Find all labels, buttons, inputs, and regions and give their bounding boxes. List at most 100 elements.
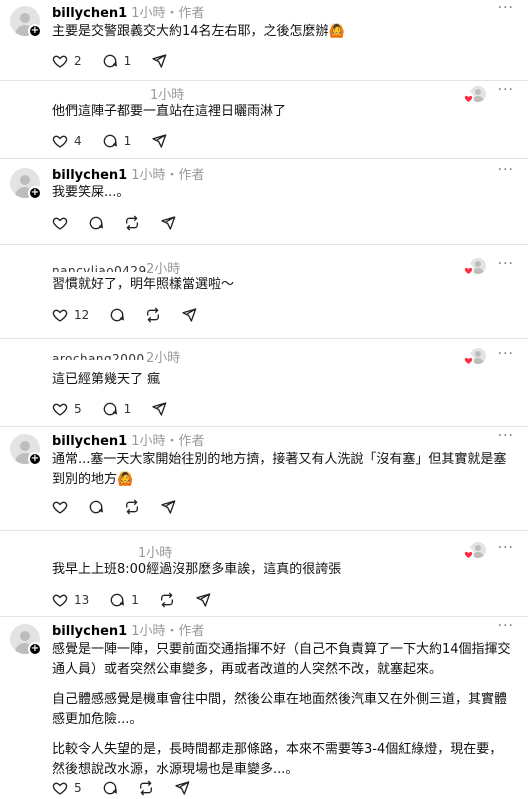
repost-icon [147,307,160,323]
heart-filled-icon [464,267,472,274]
more-icon[interactable]: ··· [498,540,514,556]
like-button[interactable] [52,215,68,231]
send-icon [152,54,167,68]
repost-icon [126,499,138,515]
heart-icon [52,403,68,416]
timestamp: 1小時・作者 [131,624,205,639]
timestamp: 1小時 [150,88,185,103]
more-icon[interactable]: ··· [498,346,514,362]
post-text: 他們這陣子都要一直站在這裡日曬雨淋了 [52,102,514,122]
timestamp: 1小時・作者 [131,168,205,183]
share-button[interactable] [181,307,197,323]
comment-icon [103,134,117,148]
post: + billychen1 1小時・作者 ··· 主要是交警跟義交大約14名左右耶，… [0,0,528,80]
share-button[interactable] [151,401,167,417]
username-clipped[interactable]: nancyliao0429 [52,264,147,272]
post-header: billychen1 1小時・作者 [52,2,205,21]
post-paragraph: 習慣就好了，明年照樣當選啦～ [52,277,235,292]
post: 1小時 ··· 他們這陣子都要一直站在這裡日曬雨淋了 4 1 [0,80,528,158]
timestamp: 1小時 [138,546,173,561]
share-button[interactable] [151,53,167,69]
more-icon[interactable]: ··· [498,256,514,272]
like-count: 12 [74,308,90,322]
more-icon[interactable]: ··· [498,162,514,178]
send-icon [182,308,197,322]
post-text: 感覺是一陣一陣，只要前面交通指揮不好（自己不負責算了一下大約14個指揮交通人員）… [52,640,514,790]
like-button[interactable]: 2 [52,53,82,69]
post-paragraph: 我要笑屎...。 [52,185,130,200]
username[interactable]: billychen1 [52,168,127,183]
timestamp: 1小時・作者 [131,6,205,21]
post-paragraph: 自己體感感覺是機車會往中間，然後公車在地面然後汽車又在外側三道，其實體感更加危險… [52,692,508,727]
post-header: billychen1 1小時・作者 [52,430,205,449]
more-icon[interactable]: ··· [498,82,514,98]
post-paragraph: 通常...塞一天大家開始往別的地方擠，接著又有人洗說「沒有塞」但其實就是塞到別的… [52,452,507,487]
heart-icon [52,217,68,230]
heart-icon [52,594,68,607]
follow-plus-icon[interactable]: + [28,642,42,656]
post-text: 通常...塞一天大家開始往別的地方擠，接著又有人洗說「沒有塞」但其實就是塞到別的… [52,450,514,490]
reply-button[interactable] [109,307,125,323]
post-text: 這已經第幾天了 瘋 [52,370,514,390]
share-button[interactable] [151,133,167,149]
like-count: 13 [74,593,90,607]
repost-icon [126,215,138,231]
follow-plus-icon[interactable]: + [28,24,42,38]
like-count: 5 [74,781,82,795]
like-button[interactable] [52,499,68,515]
timestamp: 2小時 [146,351,181,366]
more-icon[interactable]: ··· [498,428,514,444]
post: + billychen1 1小時・作者 ··· 通常...塞一天大家開始往別的地方… [0,426,528,530]
repost-button[interactable] [138,780,154,796]
repost-button[interactable] [145,307,161,323]
like-button[interactable]: 4 [52,133,82,149]
reply-count: 1 [123,54,132,68]
post-text: 主要是交警跟義交大約14名左右耶，之後怎麼辦🙆 [52,22,514,42]
username[interactable]: billychen1 [52,624,127,639]
repost-icon [139,780,152,796]
send-icon [152,402,167,416]
post: nancyliao0429 2小時 ··· 習慣就好了，明年照樣當選啦～ 12 [0,244,528,338]
post-paragraph: 比較令人失望的是，長時間都走那條路，本來不需要等3-4個紅綠燈，現在要，然後想說… [52,742,503,777]
username-clipped[interactable]: arochang2000 [52,352,145,360]
share-button[interactable] [195,592,211,608]
username[interactable]: billychen1 [52,6,127,21]
post: + billychen1 1小時・作者 ··· 我要笑屎...。 [0,158,528,244]
username[interactable]: billychen1 [52,434,127,449]
reply-button[interactable] [88,215,104,231]
reply-button[interactable]: 1 [102,53,132,69]
heart-filled-icon [464,357,472,364]
send-icon [152,134,167,148]
action-bar: 5 1 [52,400,187,418]
send-icon [174,781,189,795]
action-bar: 5 [52,779,210,797]
like-button[interactable]: 5 [52,780,82,796]
heart-icon [52,55,68,68]
follow-plus-icon[interactable]: + [28,186,42,200]
reply-button[interactable]: 1 [102,401,131,417]
reply-count: 1 [123,134,132,148]
comment-icon [89,500,104,514]
reply-button[interactable] [102,780,118,796]
repost-button[interactable] [159,592,175,608]
follow-plus-icon[interactable]: + [28,452,42,466]
like-button[interactable]: 5 [52,401,82,417]
action-bar: 12 [52,306,217,324]
post-text: 我要笑屎...。 [52,183,514,203]
more-icon[interactable]: ··· [498,618,514,634]
like-button[interactable]: 12 [52,307,89,323]
share-button[interactable] [160,499,176,515]
action-bar: 2 1 [52,52,187,70]
reply-button[interactable]: 1 [102,133,132,149]
reply-button[interactable]: 1 [109,592,139,608]
repost-button[interactable] [124,215,140,231]
more-icon[interactable]: ··· [498,0,514,16]
repost-button[interactable] [124,499,140,515]
post-paragraph: 這已經第幾天了 瘋 [52,372,161,387]
share-button[interactable] [160,215,176,231]
reply-button[interactable] [88,499,104,515]
like-button[interactable]: 13 [52,592,89,608]
reply-count: 1 [131,593,139,607]
share-button[interactable] [174,780,190,796]
comment-icon [110,593,125,607]
